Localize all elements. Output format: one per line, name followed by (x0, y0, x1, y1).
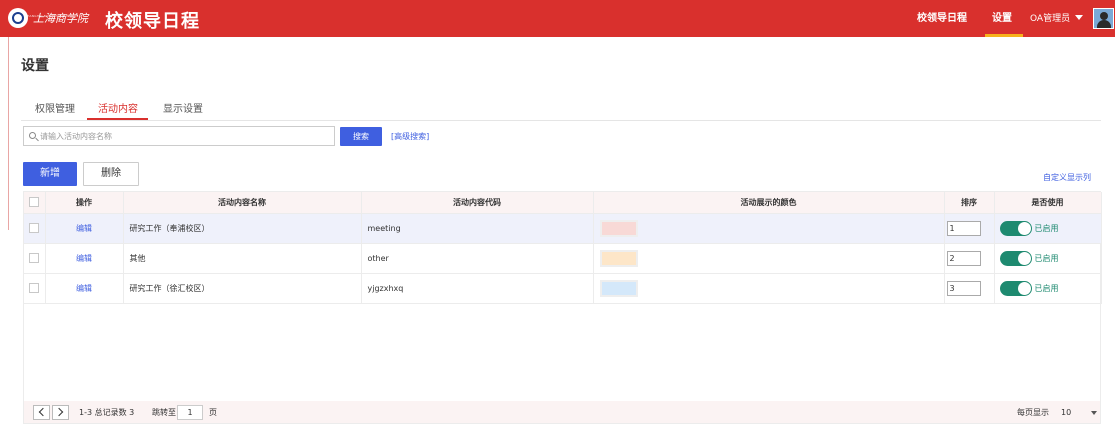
edit-cell: 编辑 (45, 273, 124, 304)
activity-code: meeting (361, 213, 594, 244)
row-checkbox-cell[interactable] (24, 213, 46, 244)
data-table: 操作 活动内容名称 活动内容代码 活动展示的颜色 排序 是否使用 编辑 研究工作… (23, 191, 1102, 424)
color-swatch[interactable] (599, 219, 638, 237)
row-checkbox-cell[interactable] (24, 273, 46, 304)
user-menu[interactable]: OA管理员 (1030, 11, 1084, 24)
table-row[interactable]: 编辑 其他 other 2 已启用 (24, 243, 1102, 274)
pagination-bar: 1-3 总记录数 3 跳转至 1 页 每页显示 10 (24, 401, 1100, 423)
chevron-right-icon (54, 407, 64, 417)
enabled-cell: 已启用 (994, 243, 1102, 274)
per-page-label: 每页显示 (1017, 408, 1049, 417)
search-input[interactable] (40, 127, 330, 145)
order-input[interactable]: 1 (946, 220, 981, 236)
edit-link[interactable]: 编辑 (76, 284, 92, 293)
order-cell: 1 (944, 213, 995, 244)
per-page-select[interactable]: 10 (1061, 405, 1097, 420)
toggle-knob (1017, 281, 1031, 295)
color-cell (593, 273, 945, 304)
toggle-knob (1017, 251, 1031, 265)
search-button[interactable]: 搜索 (340, 127, 382, 146)
advanced-search-link[interactable]: [高级搜索] (391, 131, 429, 142)
enabled-toggle[interactable] (999, 250, 1032, 266)
nav-settings[interactable]: 设置 (992, 0, 1012, 37)
order-input[interactable]: 3 (946, 280, 981, 296)
page-title: 设置 (21, 58, 49, 74)
avatar[interactable] (1093, 8, 1114, 29)
tab-display-settings[interactable]: 显示设置 (163, 100, 203, 115)
activity-name: 其他 (123, 243, 362, 274)
chevron-left-icon (38, 407, 48, 417)
column-header-order: 排序 (944, 192, 995, 214)
toggle-status-label: 已启用 (1034, 283, 1059, 293)
custom-columns-link[interactable]: 自定义显示列 (1043, 172, 1091, 183)
record-summary: 1-3 总记录数 3 (79, 408, 135, 417)
order-cell: 3 (944, 273, 995, 304)
select-all-checkbox[interactable] (29, 197, 40, 208)
table-row[interactable]: 编辑 研究工作（奉浦校区） meeting 1 已启用 (24, 213, 1102, 244)
activity-code: yjgzxhxq (361, 273, 594, 304)
page-number-input[interactable]: 1 (177, 405, 203, 420)
nav-leader-schedule[interactable]: 校领导日程 (917, 0, 967, 37)
column-header-code: 活动内容代码 (361, 192, 594, 214)
school-logo[interactable]: 上海商学院 (8, 8, 88, 28)
enabled-cell: 已启用 (994, 273, 1102, 304)
enabled-toggle[interactable] (999, 220, 1032, 236)
logo-subtext: SHANGHAI BUSINESS SCHOOL (25, 14, 76, 18)
chevron-down-icon (1075, 15, 1084, 20)
column-header-color: 活动展示的颜色 (593, 192, 945, 214)
column-header-enabled: 是否使用 (994, 192, 1102, 214)
order-input[interactable]: 2 (946, 250, 981, 266)
tab-permission-management[interactable]: 权限管理 (35, 100, 75, 115)
toggle-status-label: 已启用 (1034, 253, 1059, 263)
row-checkbox[interactable] (29, 223, 40, 233)
enabled-cell: 已启用 (994, 213, 1102, 244)
activity-name: 研究工作（徐汇校区） (123, 273, 362, 304)
row-checkbox-cell[interactable] (24, 243, 46, 274)
add-button[interactable]: 新增 (23, 162, 77, 186)
color-swatch[interactable] (599, 249, 638, 267)
activity-name: 研究工作（奉浦校区） (123, 213, 362, 244)
next-page-button[interactable] (52, 405, 69, 420)
column-header-action: 操作 (45, 192, 124, 214)
chevron-down-icon (1091, 411, 1097, 415)
color-swatch[interactable] (599, 279, 638, 297)
app-title: 校领导日程 (105, 11, 200, 32)
enabled-toggle[interactable] (999, 280, 1032, 296)
search-icon (29, 132, 36, 139)
tab-activity-content[interactable]: 活动内容 (98, 100, 138, 115)
prev-page-button[interactable] (33, 405, 50, 420)
tabs-divider (21, 120, 1101, 121)
edit-cell: 编辑 (45, 243, 124, 274)
color-cell (593, 243, 945, 274)
user-name: OA管理员 (1030, 14, 1071, 24)
delete-button[interactable]: 删除 (83, 162, 139, 186)
nav-active-indicator (985, 34, 1023, 37)
toggle-status-label: 已启用 (1034, 223, 1059, 233)
select-all-checkbox-cell[interactable] (24, 192, 46, 214)
row-checkbox[interactable] (29, 253, 40, 263)
activity-code: other (361, 243, 594, 274)
left-divider (8, 37, 9, 230)
table-row[interactable]: 编辑 研究工作（徐汇校区） yjgzxhxq 3 已启用 (24, 273, 1102, 304)
edit-link[interactable]: 编辑 (76, 254, 92, 263)
order-cell: 2 (944, 243, 995, 274)
page-unit-label: 页 (209, 408, 217, 417)
school-emblem-icon (8, 8, 28, 28)
search-box[interactable] (23, 126, 335, 146)
edit-link[interactable]: 编辑 (76, 224, 92, 233)
per-page-value: 10 (1061, 408, 1072, 417)
edit-cell: 编辑 (45, 213, 124, 244)
column-header-name: 活动内容名称 (123, 192, 362, 214)
top-bar: 上海商学院 SHANGHAI BUSINESS SCHOOL 校领导日程 校领导… (0, 0, 1115, 37)
jump-label: 跳转至 (152, 408, 176, 417)
color-cell (593, 213, 945, 244)
row-checkbox[interactable] (29, 283, 40, 293)
toggle-knob (1017, 221, 1031, 235)
table-header-row: 操作 活动内容名称 活动内容代码 活动展示的颜色 排序 是否使用 (24, 192, 1102, 214)
